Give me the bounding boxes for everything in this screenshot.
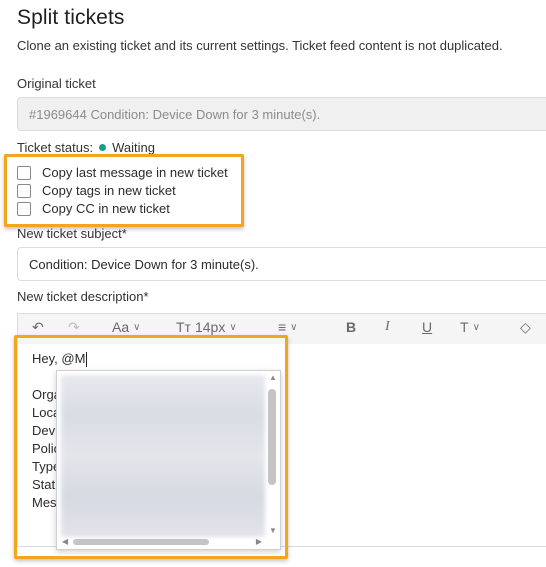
text-color-dropdown[interactable]: T ∨ — [460, 319, 480, 335]
copy-options-panel: Copy last message in new ticket Copy tag… — [4, 154, 244, 227]
font-family-label: Aa — [112, 319, 130, 335]
font-family-dropdown[interactable]: Aa ∨ — [112, 319, 140, 335]
ticket-status-value: Waiting — [112, 140, 155, 155]
original-ticket-field: #1969644 Condition: Device Down for 3 mi… — [17, 97, 546, 131]
redo-icon[interactable]: ↷ — [68, 319, 80, 336]
paint-bucket-icon[interactable]: ◇ — [520, 319, 531, 336]
chevron-down-icon: ∨ — [229, 321, 237, 333]
font-size-dropdown[interactable]: Tᴛ 14px ∨ — [176, 319, 237, 335]
bold-icon[interactable]: B — [346, 319, 356, 335]
underline-icon[interactable]: U — [422, 319, 432, 335]
option-label: Copy last message in new ticket — [42, 165, 228, 180]
option-copy-tags[interactable]: Copy tags in new ticket — [17, 183, 176, 198]
ticket-status-label: Ticket status: — [17, 140, 94, 155]
page-subtitle: Clone an existing ticket and its current… — [17, 38, 503, 53]
italic-icon[interactable]: I — [385, 319, 390, 335]
option-label: Copy tags in new ticket — [42, 183, 176, 198]
font-size-label: 14px — [194, 319, 226, 335]
undo-icon[interactable]: ↶ — [32, 319, 44, 336]
subject-value: Condition: Device Down for 3 minute(s). — [29, 256, 259, 272]
subject-input[interactable]: Condition: Device Down for 3 minute(s). — [17, 247, 546, 281]
option-label: Copy CC in new ticket — [42, 201, 170, 216]
original-ticket-value: #1969644 Condition: Device Down for 3 mi… — [29, 106, 321, 122]
subject-label: New ticket subject* — [17, 226, 127, 241]
ticket-status: Ticket status: Waiting — [17, 140, 155, 155]
chevron-down-icon: ∨ — [133, 321, 141, 333]
align-icon: ≡ — [278, 319, 287, 335]
option-copy-cc[interactable]: Copy CC in new ticket — [17, 201, 170, 216]
page-title: Split tickets — [17, 6, 125, 29]
status-dot-icon — [99, 144, 107, 151]
copy-tags-checkbox[interactable] — [17, 183, 31, 198]
font-size-icon: Tᴛ — [176, 319, 191, 335]
mention-highlight-frame — [14, 335, 288, 559]
chevron-down-icon: ∨ — [472, 321, 480, 333]
original-ticket-label: Original ticket — [17, 76, 96, 91]
align-dropdown[interactable]: ≡ ∨ — [278, 319, 298, 335]
chevron-down-icon: ∨ — [290, 321, 298, 333]
option-copy-last-message[interactable]: Copy last message in new ticket — [17, 165, 228, 180]
copy-last-message-checkbox[interactable] — [17, 165, 31, 180]
copy-cc-checkbox[interactable] — [17, 201, 31, 216]
description-label: New ticket description* — [17, 289, 149, 304]
text-color-icon: T — [460, 319, 469, 335]
